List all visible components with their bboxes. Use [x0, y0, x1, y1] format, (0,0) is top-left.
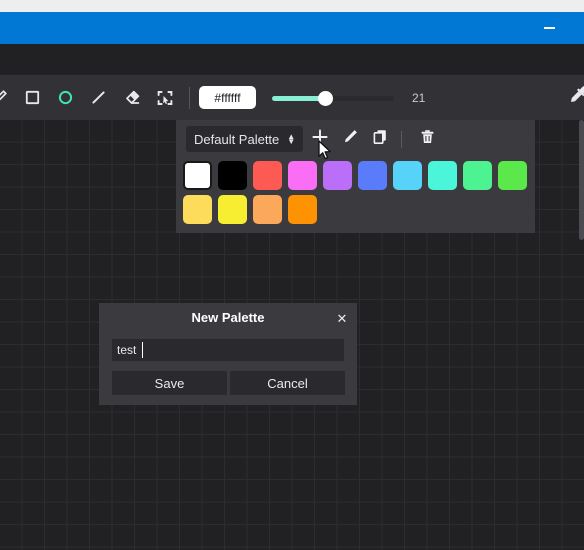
palette-toolbar: Default Palette ▲ ▼ — [186, 126, 440, 152]
color-swatch[interactable] — [183, 195, 212, 224]
app-menu-bar — [0, 44, 584, 75]
cancel-button[interactable]: Cancel — [230, 371, 345, 395]
palette-select-label: Default Palette — [194, 131, 280, 147]
rectangle-tool[interactable] — [19, 84, 46, 111]
color-swatch-grid — [183, 161, 533, 229]
color-swatch[interactable] — [498, 161, 527, 190]
edit-palette-button[interactable] — [337, 126, 363, 152]
brush-icon — [0, 89, 8, 106]
drawing-toolbar: #ffffff 21 — [0, 75, 584, 120]
vertical-scrollbar[interactable] — [579, 120, 584, 240]
add-palette-button[interactable] — [307, 126, 333, 152]
chevron-updown-icon: ▲ ▼ — [287, 132, 296, 146]
hex-color-input[interactable]: #ffffff — [199, 86, 256, 109]
color-swatch[interactable] — [428, 161, 457, 190]
slider-fill — [272, 95, 324, 101]
eyedropper-icon — [570, 86, 584, 109]
color-swatch[interactable] — [183, 161, 212, 190]
palette-toolbar-divider — [401, 130, 403, 148]
application-window: #ffffff 21 Default Palette ▲ ▼ New Palet… — [0, 0, 584, 550]
duplicate-palette-button[interactable] — [367, 126, 393, 152]
color-swatch[interactable] — [253, 161, 282, 190]
pencil-icon — [342, 128, 359, 150]
color-swatch[interactable] — [218, 161, 247, 190]
square-icon — [24, 89, 41, 106]
line-tool[interactable] — [85, 84, 112, 111]
color-swatch[interactable] — [323, 161, 352, 190]
brush-tool[interactable] — [0, 84, 13, 111]
plus-icon — [311, 128, 329, 151]
color-swatch[interactable] — [463, 161, 492, 190]
select-tool[interactable] — [151, 84, 178, 111]
color-swatch[interactable] — [358, 161, 387, 190]
color-swatch[interactable] — [393, 161, 422, 190]
line-icon — [90, 89, 107, 106]
dialog-title: New Palette — [191, 310, 265, 325]
os-top-strip — [0, 0, 584, 12]
color-swatch[interactable] — [218, 195, 247, 224]
palette-name-input[interactable] — [112, 339, 344, 361]
brush-size-slider[interactable] — [272, 88, 394, 108]
slider-thumb[interactable] — [318, 90, 333, 106]
delete-palette-button[interactable] — [414, 126, 440, 152]
color-swatch[interactable] — [288, 161, 317, 190]
brush-size-value: 21 — [412, 90, 426, 105]
selection-icon — [156, 89, 174, 107]
color-swatch[interactable] — [253, 195, 282, 224]
toolbar-divider — [189, 86, 190, 109]
color-swatch[interactable] — [288, 195, 317, 224]
eraser-icon — [123, 89, 141, 107]
eyedropper-tool[interactable] — [565, 84, 584, 111]
text-caret — [142, 342, 143, 358]
ellipse-tool[interactable] — [52, 84, 79, 111]
circle-icon — [57, 89, 74, 106]
eraser-tool[interactable] — [118, 84, 145, 111]
duplicate-icon — [372, 128, 389, 150]
trash-icon — [419, 128, 436, 150]
minimize-icon[interactable] — [538, 12, 560, 44]
window-title-bar — [0, 12, 584, 44]
close-icon[interactable]: ✕ — [333, 309, 351, 327]
palette-select[interactable]: Default Palette ▲ ▼ — [186, 126, 304, 152]
new-palette-dialog: New Palette ✕ Save Cancel — [99, 303, 357, 405]
save-button[interactable]: Save — [112, 371, 227, 395]
